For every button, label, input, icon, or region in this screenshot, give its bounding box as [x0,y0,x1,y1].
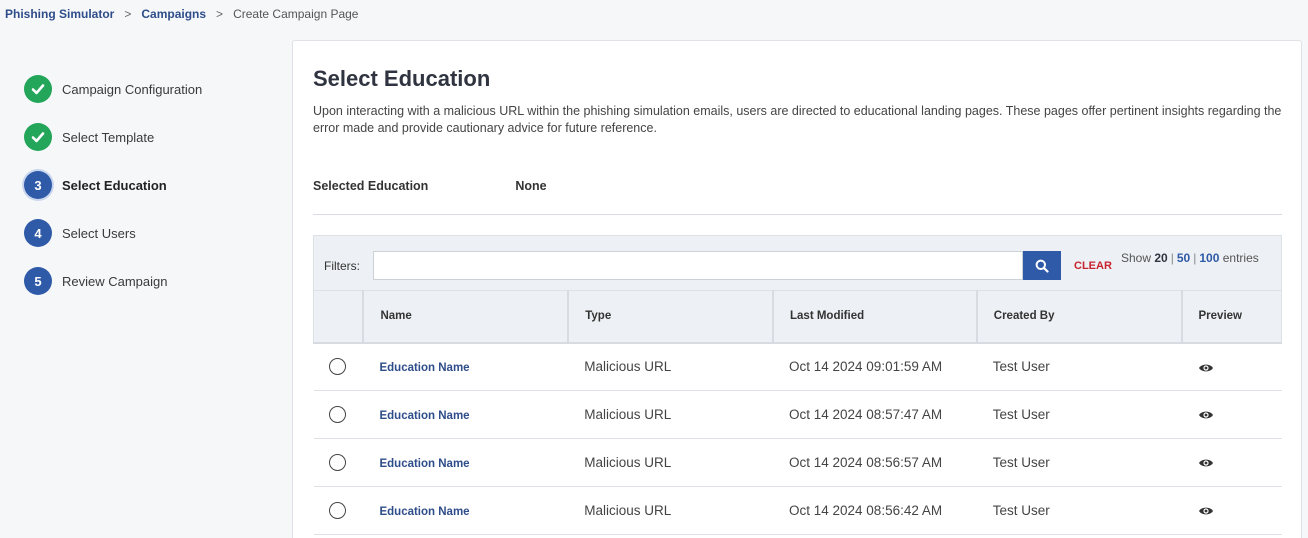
step-review-campaign[interactable]: 5 Review Campaign [24,267,202,295]
table-row: Education Name Malicious URL Oct 14 2024… [313,438,1282,487]
eye-icon[interactable] [1198,362,1214,374]
filter-bar: Filters: CLEAR Show 20 | 50 | 100 entries [313,235,1282,290]
selected-education-value: None [515,179,547,193]
last-modified: Oct 14 2024 08:56:57 AM [773,438,977,487]
search-button[interactable] [1023,251,1061,280]
step-select-users[interactable]: 4 Select Users [24,219,202,247]
last-modified: Oct 14 2024 09:01:59 AM [773,342,977,391]
table-row: Education Name Malicious URL Oct 14 2024… [313,342,1282,391]
education-panel: Select Education Upon interacting with a… [292,40,1302,538]
table-header-row: Name Type Last Modified Created By Previ… [313,290,1282,344]
column-header-type[interactable]: Type [567,290,774,344]
education-type: Malicious URL [568,438,773,487]
page-description: Upon interacting with a malicious URL wi… [313,104,1282,135]
last-modified: Oct 14 2024 08:56:42 AM [773,486,977,535]
step-number-badge: 4 [24,219,52,247]
step-number-badge: 3 [24,171,52,199]
education-type: Malicious URL [568,486,773,535]
column-header-select [313,290,365,344]
step-select-education[interactable]: 3 Select Education [24,171,202,199]
step-campaign-configuration[interactable]: Campaign Configuration [24,75,202,103]
page-size-100[interactable]: 100 [1199,251,1219,265]
divider [313,214,1282,215]
column-header-preview: Preview [1180,290,1282,344]
education-type: Malicious URL [568,342,773,391]
breadcrumb-separator: > [216,7,224,21]
last-modified: Oct 14 2024 08:57:47 AM [773,390,977,439]
eye-icon[interactable] [1198,409,1214,421]
created-by: Test User [976,390,1182,439]
education-name-link[interactable]: Education Name [379,458,469,470]
education-name-link[interactable]: Education Name [379,410,469,422]
select-radio[interactable] [328,358,346,376]
breadcrumb-campaigns[interactable]: Campaigns [141,7,206,21]
breadcrumb-separator: > [124,7,132,21]
step-label: Select Education [62,177,167,193]
step-label: Review Campaign [62,273,168,289]
page-title: Select Education [313,66,491,91]
education-name-link[interactable]: Education Name [379,362,469,374]
step-label: Select Template [62,129,155,145]
breadcrumb-current: Create Campaign Page [233,7,359,21]
page-size-20[interactable]: 20 [1154,251,1167,265]
education-name-link[interactable]: Education Name [379,506,469,518]
clear-button[interactable]: CLEAR [1074,260,1112,272]
step-label: Campaign Configuration [62,81,203,97]
table-row: Education Name Malicious URL Oct 14 2024… [313,390,1282,439]
check-icon [24,75,52,103]
created-by: Test User [976,342,1182,391]
page-size-50[interactable]: 50 [1177,251,1190,265]
created-by: Test User [976,438,1182,487]
eye-icon[interactable] [1198,505,1214,517]
breadcrumb: Phishing Simulator > Campaigns > Create … [5,7,358,21]
filters-label: Filters: [324,259,360,273]
selected-education-label: Selected Education [313,179,429,193]
column-header-last-modified[interactable]: Last Modified [772,290,978,344]
selected-education-row: Selected Education None [313,179,547,193]
check-icon [24,123,52,151]
eye-icon[interactable] [1198,457,1214,469]
column-header-name[interactable]: Name [362,290,570,344]
select-radio[interactable] [328,502,346,519]
select-radio[interactable] [328,454,346,471]
search-icon [1035,259,1049,273]
column-header-created-by[interactable]: Created By [975,290,1183,344]
education-table: Name Type Last Modified Created By Previ… [313,290,1282,535]
wizard-steps: Campaign Configuration Select Template 3… [24,75,202,315]
show-prefix: Show [1121,251,1152,265]
show-suffix: entries [1222,251,1259,265]
select-radio[interactable] [328,406,346,423]
education-type: Malicious URL [568,390,773,439]
step-number-badge: 5 [24,267,52,295]
filter-input[interactable] [373,251,1023,280]
breadcrumb-phishing-simulator[interactable]: Phishing Simulator [5,7,114,21]
created-by: Test User [976,486,1182,535]
step-select-template[interactable]: Select Template [24,123,202,151]
page-size-selector: Show 20 | 50 | 100 entries [1121,251,1259,265]
table-row: Education Name Malicious URL Oct 14 2024… [313,486,1282,535]
step-label: Select Users [62,225,136,241]
